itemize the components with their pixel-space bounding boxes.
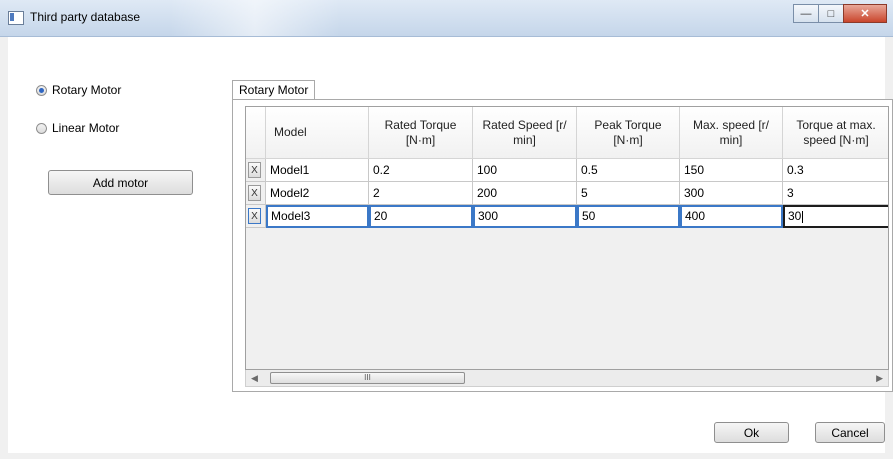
column-header-torque-at-max-speed[interactable]: Torque at max. speed [N·m] <box>783 107 888 159</box>
row-header: X <box>246 182 266 205</box>
column-header-model[interactable]: Model <box>266 107 369 159</box>
table-cell[interactable]: 200 <box>473 182 577 205</box>
radio-label: Rotary Motor <box>52 83 122 97</box>
table-cell[interactable]: 0.2 <box>369 159 473 182</box>
column-header-peak-torque[interactable]: Peak Torque [N·m] <box>577 107 680 159</box>
maximize-icon[interactable]: □ <box>818 4 844 23</box>
delete-row-button[interactable]: X <box>248 185 261 201</box>
title-bar[interactable]: Third party database — □ ✕ <box>0 0 893 37</box>
radio-checked-icon[interactable] <box>36 84 47 96</box>
minimize-icon[interactable]: — <box>793 4 819 23</box>
radio-linear-motor[interactable]: Linear Motor <box>36 121 119 135</box>
window-controls: — □ ✕ <box>793 4 887 24</box>
scroll-right-icon[interactable]: ▶ <box>876 373 883 384</box>
add-motor-button[interactable]: Add motor <box>48 170 193 195</box>
scrollbar-thumb[interactable]: III <box>270 372 465 384</box>
dialog-window: Third party database — □ ✕ Rotary Motor … <box>0 0 893 459</box>
app-icon <box>8 11 24 25</box>
table-cell[interactable]: Model1 <box>266 159 369 182</box>
table-cell[interactable]: 3 <box>783 182 888 205</box>
row-header-corner <box>246 107 266 159</box>
radio-unchecked-icon[interactable] <box>36 122 47 134</box>
title-bar-glass <box>170 0 340 36</box>
table-cell[interactable]: 2 <box>369 182 473 205</box>
row-header: X <box>246 205 266 228</box>
cell-value: 30 <box>788 209 802 223</box>
delete-row-button[interactable]: X <box>248 208 261 224</box>
table-cell[interactable]: 0.5 <box>577 159 680 182</box>
text-caret <box>802 210 804 223</box>
table-cell[interactable]: 150 <box>680 159 783 182</box>
delete-row-button[interactable]: X <box>248 162 261 178</box>
column-header-rated-speed[interactable]: Rated Speed [r/ min] <box>473 107 577 159</box>
column-header-rated-torque[interactable]: Rated Torque [N·m] <box>369 107 473 159</box>
close-icon[interactable]: ✕ <box>843 4 887 23</box>
tab-panel: Model Rated Torque [N·m] Rated Speed [r/… <box>232 99 893 392</box>
window-title: Third party database <box>30 10 141 24</box>
table-cell[interactable]: 100 <box>473 159 577 182</box>
motor-data-grid: Model Rated Torque [N·m] Rated Speed [r/… <box>245 106 889 370</box>
tab-rotary-motor[interactable]: Rotary Motor <box>232 80 316 100</box>
table-cell-selected[interactable]: 300 <box>473 205 577 228</box>
column-header-max-speed[interactable]: Max. speed [r/ min] <box>680 107 783 159</box>
table-cell[interactable]: 300 <box>680 182 783 205</box>
ok-button[interactable]: Ok <box>714 422 789 443</box>
table-cell-editing[interactable]: 30 <box>783 205 888 228</box>
horizontal-scrollbar[interactable]: ◀ III ▶ <box>245 370 889 387</box>
table-cell[interactable]: 0.3 <box>783 159 888 182</box>
row-header: X <box>246 159 266 182</box>
table-cell-selected[interactable]: 20 <box>369 205 473 228</box>
table-cell[interactable]: 5 <box>577 182 680 205</box>
table-cell-selected[interactable]: 400 <box>680 205 783 228</box>
table-cell-selected[interactable]: Model3 <box>266 205 369 228</box>
radio-rotary-motor[interactable]: Rotary Motor <box>36 83 121 97</box>
table-cell-selected[interactable]: 50 <box>577 205 680 228</box>
cancel-button[interactable]: Cancel <box>815 422 885 443</box>
table-cell[interactable]: Model2 <box>266 182 369 205</box>
scroll-left-icon[interactable]: ◀ <box>251 373 258 384</box>
dialog-content: Rotary Motor Linear Motor Add motor Rota… <box>8 37 893 453</box>
radio-label: Linear Motor <box>52 121 120 135</box>
